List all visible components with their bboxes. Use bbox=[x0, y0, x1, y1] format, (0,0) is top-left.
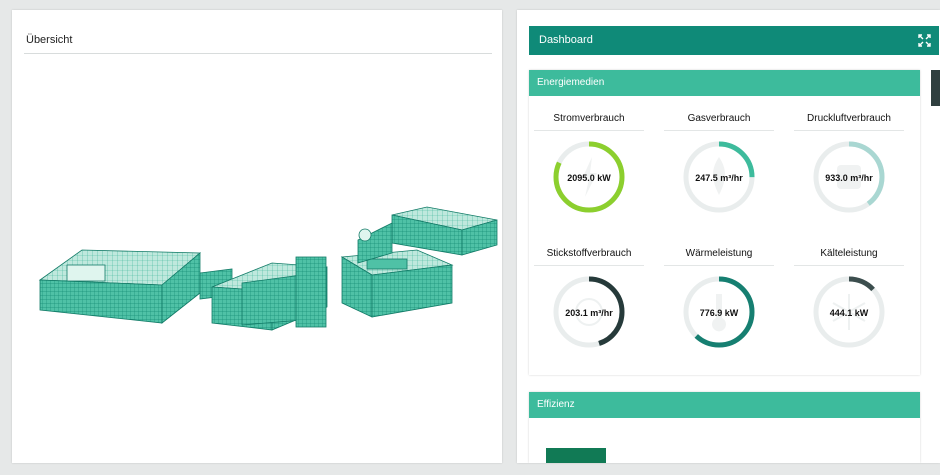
dashboard-header: Dashboard bbox=[529, 26, 939, 55]
gauge-kaelte[interactable]: Kälteleistung 444.1 kW bbox=[794, 248, 904, 350]
gauge-dial: 776.9 kW bbox=[683, 276, 755, 348]
efficiency-card-title: Effizienz bbox=[529, 392, 920, 418]
gauge-druckluft[interactable]: Druckluftverbrauch 933.0 m³/hr bbox=[794, 113, 904, 215]
building-model-image[interactable] bbox=[22, 195, 502, 345]
gauge-dial: 247.5 m³/hr bbox=[683, 141, 755, 213]
gauge-label: Stromverbrauch bbox=[534, 113, 644, 131]
gauge-label: Druckluftverbrauch bbox=[794, 113, 904, 131]
gauge-dial: 933.0 m³/hr bbox=[813, 141, 885, 213]
gauge-value: 203.1 m³/hr bbox=[565, 308, 613, 318]
overview-divider bbox=[24, 53, 492, 54]
gauge-label: Stickstoffverbrauch bbox=[534, 248, 644, 266]
overview-panel: Übersicht bbox=[12, 10, 502, 463]
dashboard-title: Dashboard bbox=[539, 34, 593, 46]
expand-icon[interactable] bbox=[918, 34, 931, 47]
gauge-value: 444.1 kW bbox=[830, 308, 869, 318]
gauge-gas[interactable]: Gasverbrauch 247.5 m³/hr bbox=[664, 113, 774, 215]
energy-card: Energiemedien Stromverbrauch 2095.0 kW G… bbox=[529, 70, 920, 375]
gauge-label: Gasverbrauch bbox=[664, 113, 774, 131]
efficiency-bar bbox=[546, 448, 606, 463]
dashboard-panel: Dashboard Energiemedien Stromverbrauch 2… bbox=[517, 10, 940, 463]
energy-card-title: Energiemedien bbox=[529, 70, 920, 96]
efficiency-card: Effizienz bbox=[529, 392, 920, 463]
gauge-value: 247.5 m³/hr bbox=[695, 173, 743, 183]
gauge-stickstoff[interactable]: Stickstoffverbrauch 203.1 m³/hr bbox=[534, 248, 644, 350]
gauge-value: 2095.0 kW bbox=[567, 173, 611, 183]
overview-title: Übersicht bbox=[26, 34, 73, 46]
gauge-waerme[interactable]: Wärmeleistung 776.9 kW bbox=[664, 248, 774, 350]
gauge-value: 776.9 kW bbox=[700, 308, 739, 318]
gauge-label: Wärmeleistung bbox=[664, 248, 774, 266]
gauge-dial: 2095.0 kW bbox=[553, 141, 625, 213]
gauge-dial: 444.1 kW bbox=[813, 276, 885, 348]
gauge-strom[interactable]: Stromverbrauch 2095.0 kW bbox=[534, 113, 644, 215]
gauge-label: Kälteleistung bbox=[794, 248, 904, 266]
gauge-value: 933.0 m³/hr bbox=[825, 173, 873, 183]
gauge-dial: 203.1 m³/hr bbox=[553, 276, 625, 348]
side-scroll-handle[interactable] bbox=[931, 70, 940, 106]
